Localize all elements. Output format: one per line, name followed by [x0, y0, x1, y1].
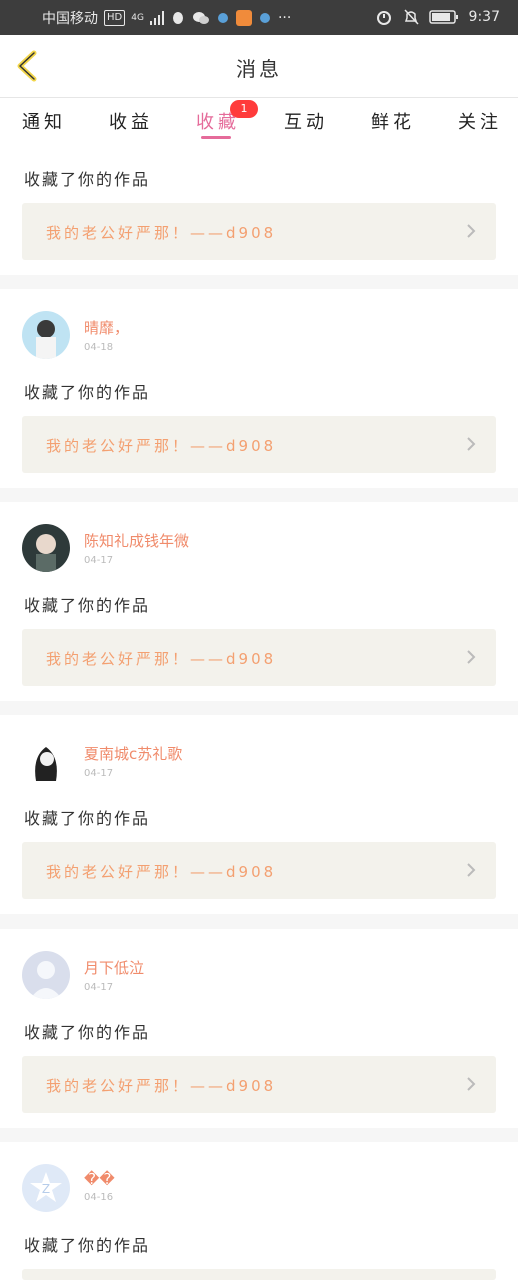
carrier-label: 中国移动 [42, 11, 98, 27]
default-avatar-icon [22, 951, 70, 999]
active-tab-indicator [201, 136, 231, 139]
battery-icon [428, 10, 458, 24]
chevron-right-icon [467, 437, 476, 451]
tab-following[interactable]: 关注 [458, 108, 502, 134]
header: 消息 [0, 35, 518, 98]
tab-interactions[interactable]: 互动 [284, 108, 328, 134]
timestamp: 04-17 [84, 982, 114, 993]
work-title: 我的老公好严那！——d908 [46, 437, 277, 455]
signal-icon [149, 11, 164, 25]
user-avatar-image [22, 524, 70, 572]
user-avatar-image [22, 737, 70, 785]
status-left: 中国移动 HD 4G ··· [42, 8, 291, 28]
avatar[interactable] [22, 951, 70, 999]
user-name[interactable]: 陈知礼成钱年微 [84, 530, 189, 551]
wechat-icon [192, 12, 209, 24]
user-name[interactable]: 晴靡， [84, 317, 129, 338]
network-type: 4G [131, 13, 144, 23]
user-row[interactable]: Z �� 04-16 [22, 1164, 115, 1212]
status-bar: 中国移动 HD 4G ··· 9:37 [0, 0, 518, 35]
timestamp: 04-18 [84, 342, 114, 353]
chevron-right-icon [467, 1077, 476, 1091]
unread-badge: 1 [230, 100, 258, 118]
user-avatar-image [22, 311, 70, 359]
list-item: Z �� 04-16 收藏了你的作品 [0, 1142, 518, 1280]
action-text: 收藏了你的作品 [24, 1023, 151, 1042]
qq-icon [172, 12, 183, 24]
list-item: 晴靡， 04-18 收藏了你的作品 我的老公好严那！——d908 [0, 289, 518, 488]
action-text: 收藏了你的作品 [24, 170, 151, 189]
tab-flowers[interactable]: 鲜花 [371, 108, 415, 134]
user-row[interactable]: 月下低泣 04-17 [22, 951, 144, 999]
work-link[interactable]: 我的老公好严那！——d908 [22, 203, 496, 260]
chevron-right-icon [467, 863, 476, 877]
list-item: 陈知礼成钱年微 04-17 收藏了你的作品 我的老公好严那！——d908 [0, 502, 518, 701]
tab-notifications[interactable]: 通知 [22, 108, 66, 134]
work-title: 我的老公好严那！——d908 [46, 224, 277, 242]
action-text: 收藏了你的作品 [24, 383, 151, 402]
work-title: 我的老公好严那！——d908 [46, 863, 277, 881]
avatar[interactable]: Z [22, 1164, 70, 1212]
clock-time: 9:37 [468, 9, 500, 25]
timestamp: 04-17 [84, 555, 114, 566]
user-name[interactable]: �� [84, 1170, 115, 1188]
status-right: 9:37 [375, 8, 500, 26]
chevron-right-icon [467, 224, 476, 238]
work-link[interactable]: 我的老公好严那！——d908 [22, 842, 496, 899]
work-link[interactable]: 我的老公好严那！——d908 [22, 629, 496, 686]
tab-favorites[interactable]: 收藏 1 [196, 100, 258, 134]
user-name[interactable]: 月下低泣 [84, 957, 144, 978]
chevron-right-icon [467, 650, 476, 664]
mute-bell-icon [403, 9, 419, 25]
timestamp: 04-17 [84, 768, 114, 779]
user-row[interactable]: 陈知礼成钱年微 04-17 [22, 524, 189, 572]
hd-indicator: HD [104, 10, 126, 26]
user-row[interactable]: 夏南城c苏礼歌 04-17 [22, 737, 182, 785]
work-link[interactable] [22, 1269, 496, 1280]
work-link[interactable]: 我的老公好严那！——d908 [22, 416, 496, 473]
alarm-icon [376, 11, 391, 25]
svg-text:Z: Z [42, 1182, 50, 1196]
user-name[interactable]: 夏南城c苏礼歌 [84, 743, 182, 764]
list-item: 收藏了你的作品 我的老公好严那！——d908 [0, 146, 518, 275]
more-notifications: ··· [277, 10, 292, 26]
action-text: 收藏了你的作品 [24, 596, 151, 615]
action-text: 收藏了你的作品 [24, 809, 151, 828]
tab-bar: 通知 收益 收藏 1 互动 鲜花 关注 [0, 98, 518, 146]
avatar[interactable] [22, 311, 70, 359]
action-text: 收藏了你的作品 [24, 1236, 151, 1255]
app-notify-icon [217, 13, 228, 23]
user-row[interactable]: 晴靡， 04-18 [22, 311, 129, 359]
video-app-icon [235, 10, 252, 26]
avatar[interactable] [22, 524, 70, 572]
work-title: 我的老公好严那！——d908 [46, 1077, 277, 1095]
avatar[interactable] [22, 737, 70, 785]
timestamp: 04-16 [84, 1192, 114, 1203]
work-title: 我的老公好严那！——d908 [46, 650, 277, 668]
app-notify-icon-2 [259, 13, 270, 23]
work-link[interactable]: 我的老公好严那！——d908 [22, 1056, 496, 1113]
list-item: 月下低泣 04-17 收藏了你的作品 我的老公好严那！——d908 [0, 929, 518, 1128]
list-item: 夏南城c苏礼歌 04-17 收藏了你的作品 我的老公好严那！——d908 [0, 715, 518, 914]
z-logo-avatar-icon: Z [22, 1164, 70, 1212]
tab-earnings[interactable]: 收益 [109, 108, 153, 134]
page-title: 消息 [236, 57, 282, 81]
